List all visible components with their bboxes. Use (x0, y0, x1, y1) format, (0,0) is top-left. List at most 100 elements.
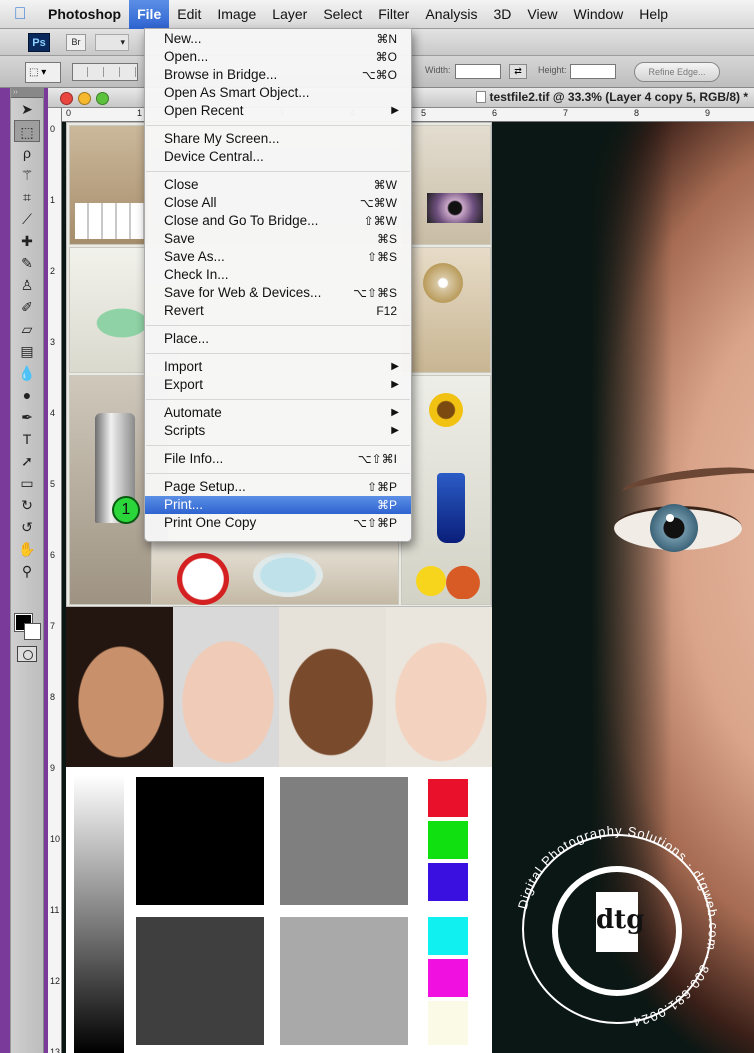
ruler-v-label: 7 (50, 621, 56, 631)
menu-layer[interactable]: Layer (264, 0, 315, 29)
bridge-button[interactable]: Br (66, 34, 86, 51)
file-menu-item-browse-in-bridge[interactable]: Browse in Bridge... ⌥⌘O (145, 66, 411, 84)
healing-brush-tool-icon[interactable]: ✚ (14, 230, 40, 252)
ruler-v-label: 3 (50, 337, 56, 347)
color-chip (428, 863, 468, 901)
file-menu-item-check-in[interactable]: Check In... (145, 266, 411, 284)
file-menu-item-page-setup[interactable]: Page Setup... ⇧⌘P (145, 478, 411, 496)
menubar:  PhotoshopFileEditImageLayerSelectFilte… (0, 0, 754, 29)
menu-item-shortcut: ⇧⌘W (363, 214, 397, 228)
move-tool-icon[interactable]: ➤ (14, 98, 40, 120)
menu-select[interactable]: Select (315, 0, 370, 29)
menu-item-label: Revert (164, 303, 204, 318)
file-menu-item-print-one-copy[interactable]: Print One Copy ⌥⇧⌘P (145, 514, 411, 532)
gradient-tool-icon[interactable]: ▤ (14, 340, 40, 362)
file-menu-item-open-recent[interactable]: Open Recent ▶ (145, 102, 411, 120)
menu-file[interactable]: File (129, 0, 170, 29)
type-tool-icon[interactable]: T (14, 428, 40, 450)
background-color-swatch[interactable] (24, 623, 41, 640)
eraser-tool-icon[interactable]: ▱ (14, 318, 40, 340)
file-menu-item-share-my-screen[interactable]: Share My Screen... (145, 130, 411, 148)
menu-item-shortcut: ⌘S (376, 232, 397, 246)
menu-analysis[interactable]: Analysis (417, 0, 485, 29)
history-brush-tool-icon[interactable]: ✐ (14, 296, 40, 318)
refine-edge-button[interactable]: Refine Edge... (634, 62, 720, 82)
clone-stamp-tool-icon[interactable]: ♙ (14, 274, 40, 296)
hand-tool-icon[interactable]: ✋ (14, 538, 40, 560)
document-title: testfile2.tif @ 33.3% (Layer 4 copy 5, R… (475, 90, 748, 104)
file-menu-item-scripts[interactable]: Scripts ▶ (145, 422, 411, 440)
menu-item-shortcut: ⌘N (376, 32, 397, 46)
lasso-tool-icon[interactable]: ρ (14, 142, 40, 164)
menu-photoshop[interactable]: Photoshop (40, 0, 129, 29)
path-selection-tool-icon[interactable]: ➚ (14, 450, 40, 472)
portrait-strip (66, 607, 492, 767)
tool-preset-picker[interactable]: ⬚ ▾ (25, 62, 61, 83)
zoom-tool-icon[interactable]: ⚲ (14, 560, 40, 582)
magic-wand-tool-icon[interactable]: ⚚ (14, 164, 40, 186)
3d-rotate-tool-icon[interactable]: ↻ (14, 494, 40, 516)
menu-filter[interactable]: Filter (370, 0, 417, 29)
shape-tool-icon[interactable]: ▭ (14, 472, 40, 494)
ruler-h-label: 9 (705, 108, 711, 118)
file-menu-item-close-all[interactable]: Close All ⌥⌘W (145, 194, 411, 212)
file-menu-item-print[interactable]: Print... ⌘P (145, 496, 411, 514)
menu-window[interactable]: Window (566, 0, 632, 29)
width-label: Width: (425, 65, 451, 75)
ruler-h-label: 8 (634, 108, 640, 118)
file-menu-item-device-central[interactable]: Device Central... (145, 148, 411, 166)
menu-item-shortcut: ⌥⌘O (361, 68, 397, 82)
file-menu-item-export[interactable]: Export ▶ (145, 376, 411, 394)
file-menu-item-close[interactable]: Close ⌘W (145, 176, 411, 194)
quick-mask-icon[interactable] (17, 646, 37, 662)
menu-item-label: Share My Screen... (164, 131, 280, 146)
file-menu-item-import[interactable]: Import ▶ (145, 358, 411, 376)
ruler-v-label: 10 (50, 834, 61, 844)
crop-tool-icon[interactable]: ⌗ (14, 186, 40, 208)
view-extras-button[interactable]: ▾ (95, 34, 129, 51)
file-menu-item-place[interactable]: Place... (145, 330, 411, 348)
submenu-arrow-icon: ▶ (391, 425, 399, 436)
file-menu-item-automate[interactable]: Automate ▶ (145, 404, 411, 422)
file-menu-item-save[interactable]: Save ⌘S (145, 230, 411, 248)
apple-menu-icon[interactable]:  (0, 4, 40, 24)
width-field[interactable] (455, 64, 501, 79)
menu-help[interactable]: Help (631, 0, 676, 29)
portrait-baby-1 (172, 607, 279, 767)
file-menu-item-open[interactable]: Open... ⌘O (145, 48, 411, 66)
file-menu-item-save-for-web-devices[interactable]: Save for Web & Devices... ⌥⇧⌘S (145, 284, 411, 302)
selection-mode-buttons[interactable] (72, 63, 138, 81)
minimize-window-icon[interactable] (78, 92, 91, 105)
blur-tool-icon[interactable]: 💧 (14, 362, 40, 384)
menu-view[interactable]: View (519, 0, 565, 29)
close-window-icon[interactable] (60, 92, 73, 105)
file-menu-item-save-as[interactable]: Save As... ⇧⌘S (145, 248, 411, 266)
vertical-ruler[interactable]: 0 1 2 3 4 5 6 7 8 9 10 11 12 13 (48, 108, 62, 1053)
swap-dimensions-button[interactable]: ⇄ (509, 64, 527, 79)
dodge-tool-icon[interactable]: ● (14, 384, 40, 406)
file-menu-item-close-and-go-to-bridge[interactable]: Close and Go To Bridge... ⇧⌘W (145, 212, 411, 230)
eyedropper-tool-icon[interactable]: ⟋ (14, 208, 40, 230)
brush-tool-icon[interactable]: ✎ (14, 252, 40, 274)
pen-tool-icon[interactable]: ✒ (14, 406, 40, 428)
print-test-patches (66, 767, 492, 1053)
file-menu-item-file-info[interactable]: File Info... ⌥⇧⌘I (145, 450, 411, 468)
menu-item-label: File Info... (164, 451, 224, 466)
zoom-window-icon[interactable] (96, 92, 109, 105)
file-menu-item-revert[interactable]: Revert F12 (145, 302, 411, 320)
photoshop-logo-icon[interactable]: Ps (28, 33, 50, 52)
height-field[interactable] (570, 64, 616, 79)
document-title-text: testfile2.tif @ 33.3% (Layer 4 copy 5, R… (489, 90, 748, 104)
file-menu-item-new[interactable]: New... ⌘N (145, 30, 411, 48)
black-patch (136, 777, 264, 905)
color-chip (428, 779, 468, 817)
dark-gray-patch (136, 917, 264, 1045)
menu-edit[interactable]: Edit (169, 0, 209, 29)
file-menu-item-open-as-smart-object[interactable]: Open As Smart Object... (145, 84, 411, 102)
marquee-tool-icon[interactable]: ⬚ (14, 120, 40, 142)
menu-image[interactable]: Image (209, 0, 264, 29)
3d-orbit-tool-icon[interactable]: ↺ (14, 516, 40, 538)
menu-separator (146, 325, 410, 326)
tools-panel-header[interactable]: ›› (11, 88, 43, 98)
menu-3d[interactable]: 3D (486, 0, 520, 29)
